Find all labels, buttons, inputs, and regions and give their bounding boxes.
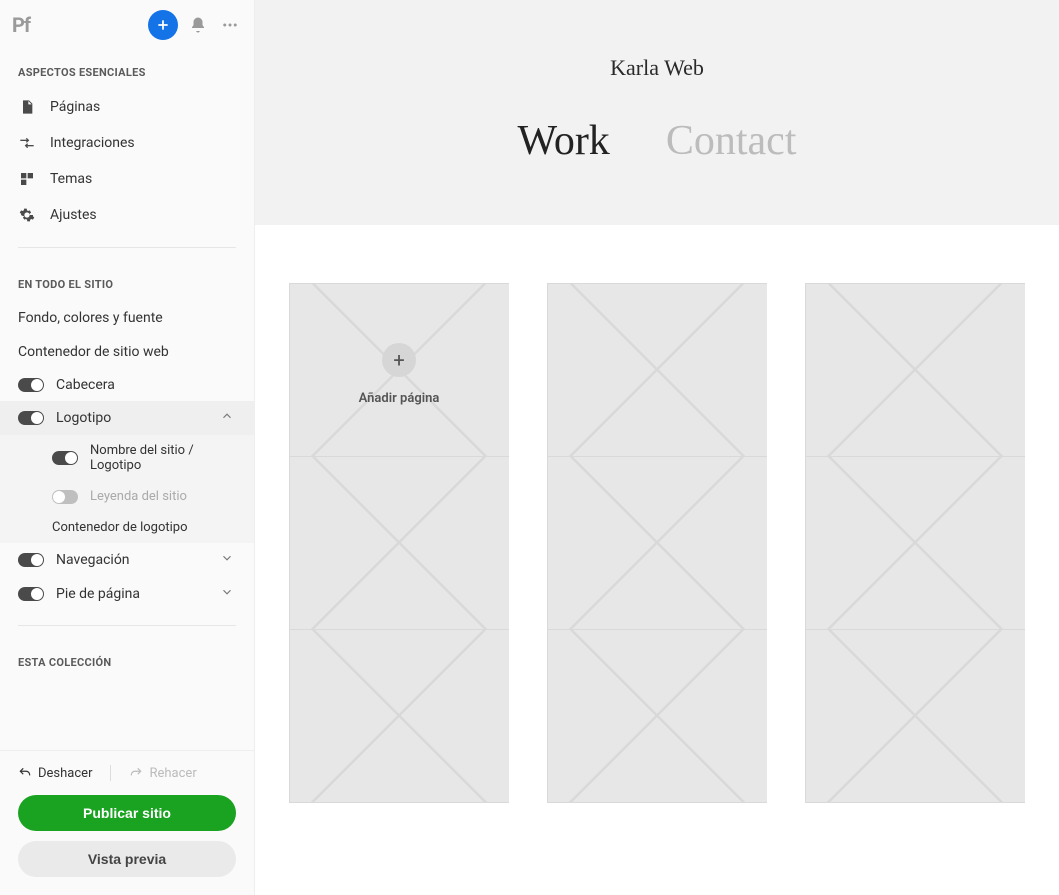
more-menu-button[interactable] (218, 13, 242, 37)
section-header-sitewide: EN TODO EL SITIO (0, 262, 254, 301)
divider (110, 765, 111, 781)
gear-icon (18, 206, 36, 224)
plus-icon (156, 18, 170, 32)
logo-container-row[interactable]: Contenedor de logotipo (0, 512, 254, 543)
app-logo: Pf (12, 13, 30, 37)
add-page-label: Añadir página (359, 391, 440, 406)
logo-sitename-label: Nombre del sitio / Logotipo (90, 443, 236, 473)
add-page-tile[interactable]: + Añadir página (289, 283, 509, 803)
plus-circle-icon: + (382, 343, 416, 377)
sitewide-logo-label: Logotipo (56, 410, 208, 426)
toggle-logo[interactable] (18, 411, 44, 425)
undo-label: Deshacer (38, 766, 92, 781)
sidebar-scroll[interactable]: ASPECTOS ESENCIALES Páginas Integracione… (0, 50, 254, 750)
sitewide-header-row[interactable]: Cabecera (0, 369, 254, 401)
divider (18, 625, 236, 626)
add-button[interactable] (148, 10, 178, 40)
logo-subgroup: Nombre del sitio / Logotipo Leyenda del … (0, 435, 254, 543)
toggle-site-caption[interactable] (52, 490, 78, 504)
logo-caption-row[interactable]: Leyenda del sitio (0, 481, 254, 512)
logo-caption-label: Leyenda del sitio (90, 489, 187, 504)
sidebar-bottom: Deshacer Rehacer Publicar sitio Vista pr… (0, 750, 254, 895)
nav-link-work[interactable]: Work (518, 117, 610, 165)
page-grid: + Añadir página (255, 225, 1059, 843)
section-header-essentials: ASPECTOS ESENCIALES (0, 50, 254, 89)
undo-button[interactable]: Deshacer (18, 766, 92, 781)
sitewide-navigation-row[interactable]: Navegación (0, 543, 254, 577)
publish-button[interactable]: Publicar sitio (18, 795, 236, 831)
divider (18, 247, 236, 248)
bell-icon (189, 16, 207, 34)
canvas[interactable]: Karla Web Work Contact + Añadir página (255, 0, 1059, 895)
sitewide-footer-label: Pie de página (56, 586, 208, 602)
chevron-up-icon (220, 409, 236, 427)
nav-themes-label: Temas (50, 171, 92, 187)
nav-settings-label: Ajustes (50, 207, 97, 223)
toggle-navigation[interactable] (18, 553, 44, 567)
sidebar: Pf ASPECTOS ESENCIALES Páginas Integraci… (0, 0, 255, 895)
preview-button[interactable]: Vista previa (18, 841, 236, 877)
sitewide-logo-row[interactable]: Logotipo (0, 401, 254, 435)
placeholder-tile[interactable] (805, 283, 1025, 803)
toggle-footer[interactable] (18, 587, 44, 601)
sitewide-bg-colors-font[interactable]: Fondo, colores y fuente (0, 301, 254, 335)
toggle-sitename-logo[interactable] (52, 451, 78, 465)
logo-sitename-row[interactable]: Nombre del sitio / Logotipo (0, 435, 254, 481)
sitewide-navigation-label: Navegación (56, 552, 208, 568)
sitewide-site-container[interactable]: Contenedor de sitio web (0, 335, 254, 369)
nav-themes[interactable]: Temas (0, 161, 254, 197)
chevron-down-icon (220, 551, 236, 569)
integrations-icon (18, 134, 36, 152)
site-header-preview: Karla Web Work Contact (255, 0, 1059, 225)
nav-integrations-label: Integraciones (50, 135, 135, 151)
page-icon (18, 98, 36, 116)
site-title[interactable]: Karla Web (255, 55, 1059, 81)
nav-link-contact[interactable]: Contact (666, 117, 797, 165)
notifications-button[interactable] (186, 13, 210, 37)
nav-pages[interactable]: Páginas (0, 89, 254, 125)
chevron-down-icon (220, 585, 236, 603)
nav-integrations[interactable]: Integraciones (0, 125, 254, 161)
redo-icon (129, 766, 143, 780)
redo-button: Rehacer (129, 766, 196, 781)
placeholder-tile[interactable] (547, 283, 767, 803)
themes-icon (18, 170, 36, 188)
section-header-collection: ESTA COLECCIÓN (0, 640, 254, 679)
sitewide-header-label: Cabecera (56, 377, 236, 393)
nav-settings[interactable]: Ajustes (0, 197, 254, 233)
sidebar-topbar: Pf (0, 0, 254, 50)
site-nav: Work Contact (255, 117, 1059, 165)
redo-label: Rehacer (149, 766, 196, 781)
more-horizontal-icon (221, 16, 239, 34)
nav-pages-label: Páginas (50, 99, 100, 115)
toggle-header[interactable] (18, 378, 44, 392)
sitewide-footer-row[interactable]: Pie de página (0, 577, 254, 611)
undo-redo-bar: Deshacer Rehacer (18, 765, 236, 781)
undo-icon (18, 766, 32, 780)
